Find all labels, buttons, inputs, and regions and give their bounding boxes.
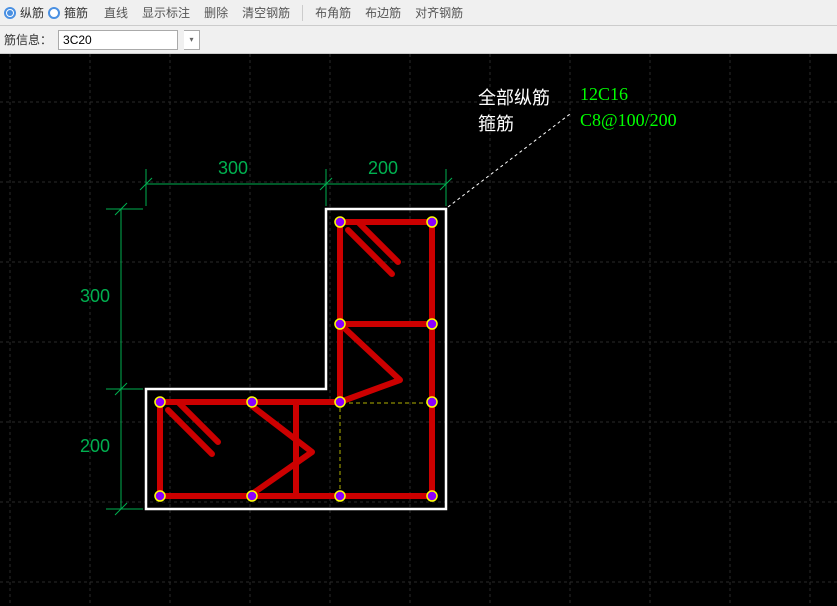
corner-rebar-button[interactable]: 布角筋 <box>309 2 357 23</box>
radio-stirrup-label: 箍筋 <box>64 4 88 21</box>
cad-drawing <box>0 54 837 606</box>
clear-rebar-button[interactable]: 清空钢筋 <box>236 2 296 23</box>
radio-stirrup[interactable] <box>48 7 60 19</box>
edge-rebar-button[interactable]: 布边筋 <box>359 2 407 23</box>
dim-left-2: 200 <box>80 436 110 457</box>
align-rebar-button[interactable]: 对齐钢筋 <box>409 2 469 23</box>
drawing-canvas[interactable]: 300 200 300 200 全部纵筋 12C16 箍筋 C8@100/200 <box>0 54 837 606</box>
dim-top-2: 200 <box>368 158 398 179</box>
delete-button[interactable]: 删除 <box>198 2 234 23</box>
radio-longitudinal-label: 纵筋 <box>20 4 44 21</box>
rebar-info-dropdown[interactable]: ▾ <box>184 30 200 50</box>
dim-left-1: 300 <box>80 286 110 307</box>
stirrup-value: C8@100/200 <box>580 110 677 131</box>
rebar-info-label: 筋信息： <box>4 31 52 48</box>
show-annotation-button[interactable]: 显示标注 <box>136 2 196 23</box>
all-long-label: 全部纵筋 <box>478 84 550 110</box>
info-bar: 筋信息： ▾ <box>0 26 837 54</box>
toolbar: 纵筋 箍筋 直线 显示标注 删除 清空钢筋 布角筋 布边筋 对齐钢筋 <box>0 0 837 26</box>
line-button[interactable]: 直线 <box>98 2 134 23</box>
stirrup-label: 箍筋 <box>478 110 514 136</box>
dim-top-1: 300 <box>218 158 248 179</box>
toolbar-divider <box>302 5 303 21</box>
rebar-info-input[interactable] <box>58 30 178 50</box>
radio-longitudinal[interactable] <box>4 7 16 19</box>
rebar-type-radio-group: 纵筋 箍筋 <box>4 4 88 21</box>
all-long-value: 12C16 <box>580 84 628 105</box>
